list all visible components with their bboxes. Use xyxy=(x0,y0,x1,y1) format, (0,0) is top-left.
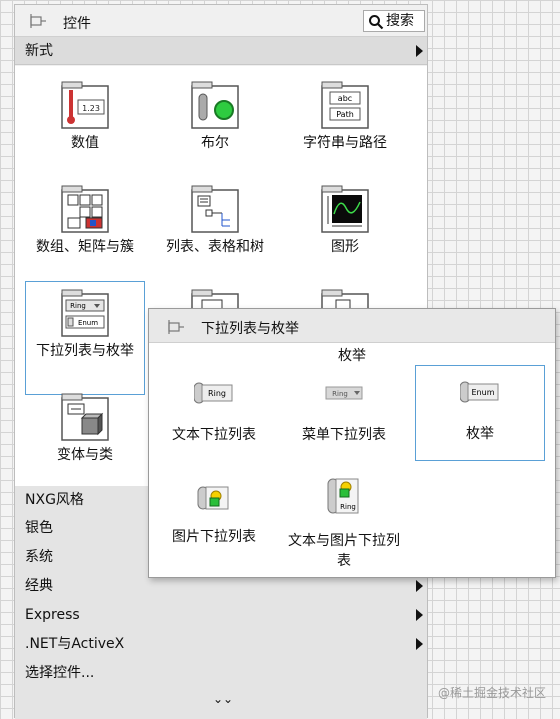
array-cluster-icon xyxy=(61,185,109,233)
arrow-right-icon xyxy=(416,638,423,650)
text-ring-icon: Ring xyxy=(194,382,233,404)
search-button[interactable]: 搜索 xyxy=(363,10,425,32)
subpalette-title: 下拉列表与枚举 xyxy=(201,321,299,337)
palette-item-numeric[interactable]: 1.23 数值 xyxy=(25,80,145,154)
popup-item-picture-ring[interactable]: 图片下拉列表 xyxy=(149,469,279,565)
svg-text:Enum: Enum xyxy=(472,388,495,397)
item-label: 变体与类 xyxy=(57,447,113,463)
select-control-item[interactable]: 选择控件... xyxy=(15,659,427,687)
picture-ring-icon xyxy=(197,486,229,510)
svg-text:abc: abc xyxy=(338,94,352,103)
category-label: Express xyxy=(25,607,80,623)
popup-item-text-picture-ring[interactable]: Ring 文本与图片下拉列表 xyxy=(279,469,409,569)
item-label: 数值 xyxy=(71,135,99,151)
category-label: NXG风格 xyxy=(25,492,84,508)
category-label: 系统 xyxy=(25,549,53,565)
palette-title: 控件 xyxy=(63,16,91,32)
popup-item-label: 枚举 xyxy=(466,426,494,442)
popup-item-label: 文本下拉列表 xyxy=(172,427,256,443)
svg-text:Ring: Ring xyxy=(70,302,86,310)
palette-item-boolean[interactable]: 布尔 xyxy=(155,80,275,154)
category-modern[interactable]: 新式 xyxy=(15,37,427,65)
popup-item-text-ring[interactable]: Ring 文本下拉列表 xyxy=(149,367,279,463)
palette-item-string-path[interactable]: abc Path 字符串与路径 xyxy=(285,80,405,154)
string-path-icon: abc Path xyxy=(321,81,369,129)
category-express[interactable]: Express xyxy=(15,601,427,629)
search-icon xyxy=(369,15,384,30)
svg-text:Ring: Ring xyxy=(208,389,226,398)
subpalette-title-bar[interactable]: 下拉列表与枚举 xyxy=(149,309,555,343)
category-label: 经典 xyxy=(25,578,53,594)
graph-icon xyxy=(321,185,369,233)
svg-text:1.23: 1.23 xyxy=(82,104,100,113)
svg-text:Ring: Ring xyxy=(332,390,348,398)
popup-item-label: 菜单下拉列表 xyxy=(302,427,386,443)
category-dotnet-activex[interactable]: .NET与ActiveX xyxy=(15,630,427,658)
pin-icon[interactable] xyxy=(29,13,47,29)
popup-item-menu-ring[interactable]: Ring 菜单下拉列表 xyxy=(279,367,409,463)
palette-item-list-table-tree[interactable]: 列表、表格和树 xyxy=(155,184,275,258)
category-label: .NET与ActiveX xyxy=(25,636,125,652)
pin-icon[interactable] xyxy=(167,319,185,335)
search-label: 搜索 xyxy=(386,13,414,29)
category-label: 选择控件... xyxy=(25,665,95,681)
numeric-icon: 1.23 xyxy=(61,81,109,129)
double-chevron-down-icon[interactable]: ⌄⌄ xyxy=(213,692,233,706)
arrow-right-icon xyxy=(416,45,423,57)
popup-item-label: 图片下拉列表 xyxy=(172,529,256,545)
ring-enum-subpalette: 下拉列表与枚举 枚举 Ring 文本下拉列表 Ring 菜单下拉列表 Enum … xyxy=(148,308,556,578)
palette-item-graph[interactable]: 图形 xyxy=(285,184,405,258)
item-label: 下拉列表与枚举 xyxy=(36,343,134,359)
popup-item-label: 文本与图片下拉列表 xyxy=(288,533,400,569)
category-label: 新式 xyxy=(25,43,53,59)
text-picture-ring-icon: Ring xyxy=(327,478,359,514)
menu-ring-icon: Ring xyxy=(325,386,363,400)
watermark: @稀土掘金技术社区 xyxy=(437,686,546,700)
item-label: 字符串与路径 xyxy=(303,135,387,151)
arrow-right-icon xyxy=(416,580,423,592)
palette-item-variant-class[interactable]: 变体与类 xyxy=(25,392,145,466)
boolean-icon xyxy=(191,81,239,129)
svg-text:Path: Path xyxy=(336,110,354,119)
enum-icon: Enum xyxy=(460,381,499,403)
palette-item-ring-enum[interactable]: Ring Enum 下拉列表与枚举 xyxy=(25,288,145,362)
svg-text:Enum: Enum xyxy=(78,319,98,327)
list-table-tree-icon xyxy=(191,185,239,233)
category-label: 银色 xyxy=(25,520,53,536)
item-label: 布尔 xyxy=(201,135,229,151)
popup-item-enum[interactable]: Enum 枚举 xyxy=(415,365,545,461)
item-label: 图形 xyxy=(331,239,359,255)
item-label: 列表、表格和树 xyxy=(166,239,264,255)
palette-item-array-cluster[interactable]: 数组、矩阵与簇 xyxy=(25,184,145,258)
arrow-right-icon xyxy=(416,609,423,621)
variant-class-icon xyxy=(61,393,109,441)
hover-caption: 枚举 xyxy=(338,348,366,364)
svg-text:Ring: Ring xyxy=(340,503,356,511)
item-label: 数组、矩阵与簇 xyxy=(36,239,134,255)
ring-enum-icon: Ring Enum xyxy=(61,289,109,337)
palette-title-bar[interactable]: 控件 搜索 xyxy=(15,5,427,37)
